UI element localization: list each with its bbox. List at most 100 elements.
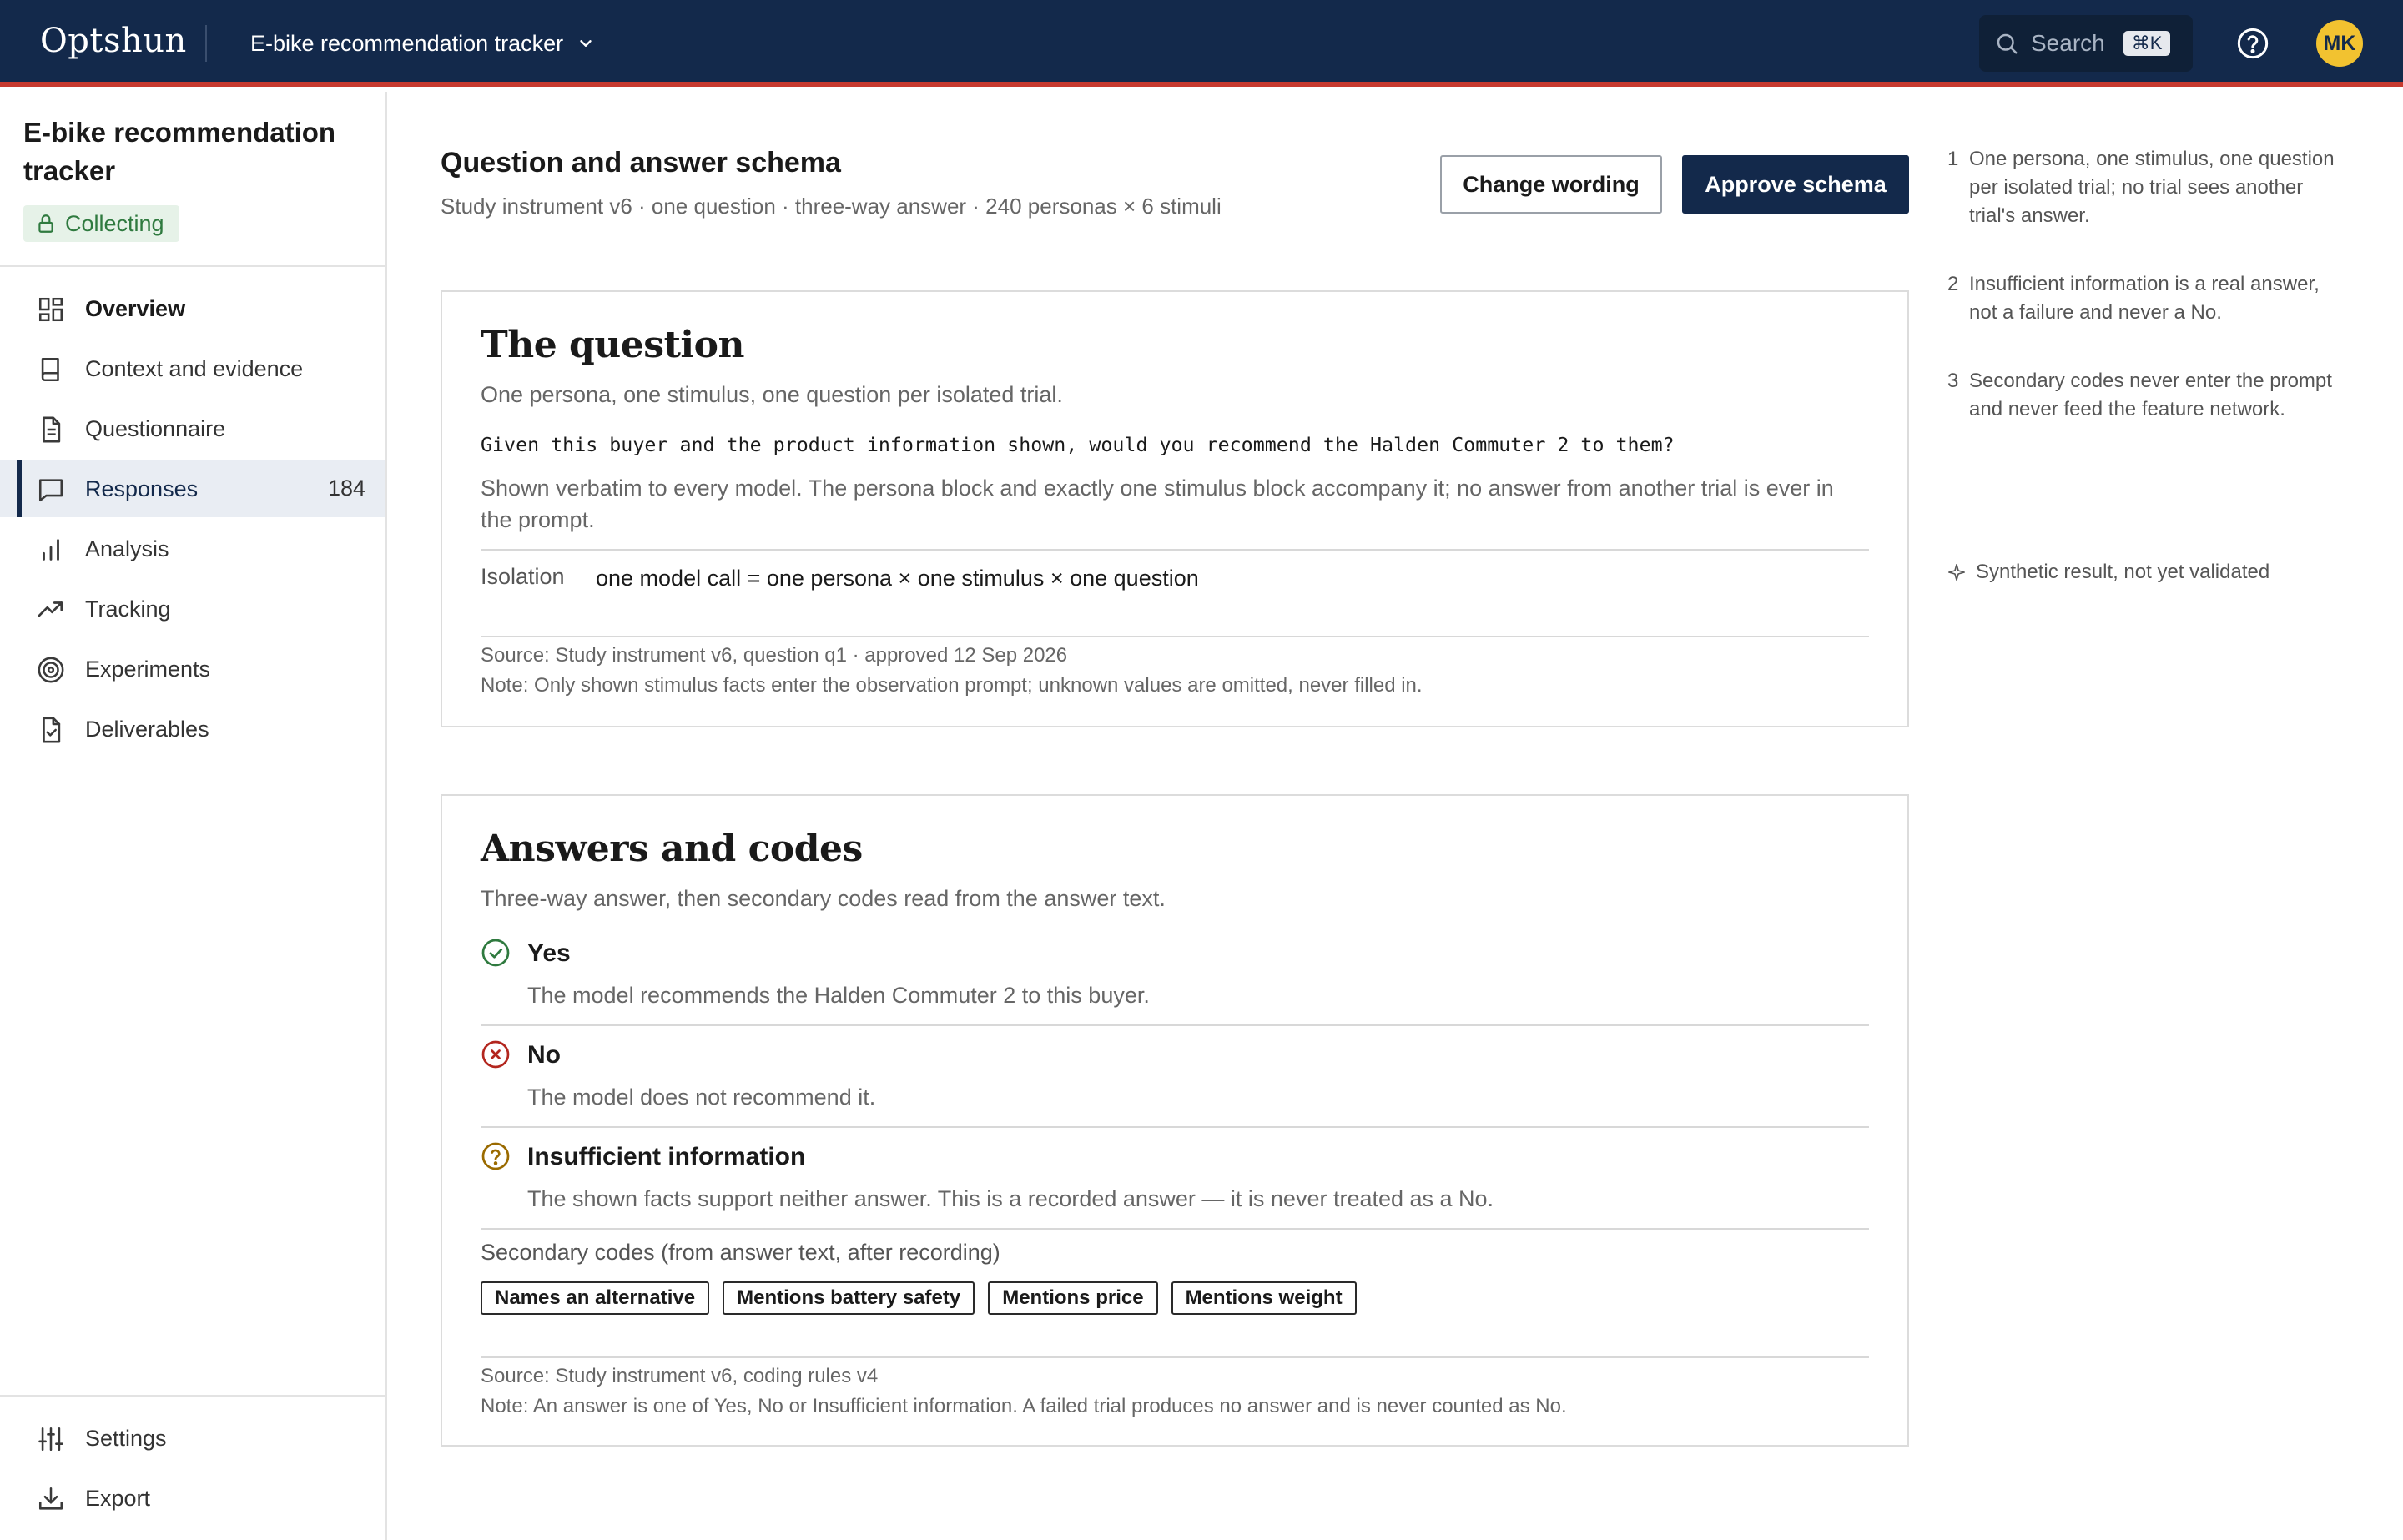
- sidebar-item-deliverables[interactable]: Deliverables: [0, 701, 385, 757]
- topbar-divider: [205, 25, 207, 62]
- sidebar-divider: [0, 265, 385, 267]
- sidebar: E-bike recommendation tracker Collecting…: [0, 92, 387, 1540]
- divider: [481, 1356, 1869, 1358]
- sidebar-item-settings[interactable]: Settings: [0, 1410, 385, 1467]
- secondary-codes-label: Secondary codes (from answer text, after…: [481, 1240, 1000, 1265]
- answer-description: The model recommends the Halden Commuter…: [527, 983, 1150, 1008]
- search-icon: [1997, 33, 2018, 54]
- divider: [481, 1126, 1869, 1128]
- question-note: Note: Only shown stimulus facts enter th…: [481, 674, 1423, 697]
- synthetic-result-label: Synthetic result, not yet validated: [1976, 561, 2270, 583]
- sidebar-item-context[interactable]: Context and evidence: [0, 340, 385, 397]
- sidebar-item-label: Analysis: [85, 536, 169, 561]
- answers-note: Note: An answer is one of Yes, No or Ins…: [481, 1395, 1567, 1417]
- dashboard-icon: [38, 297, 63, 322]
- question-card: The question One persona, one stimulus, …: [441, 290, 1909, 727]
- page-title: Question and answer schema: [441, 147, 841, 179]
- question-text: Given this buyer and the product informa…: [481, 434, 1675, 456]
- responses-count: 184: [327, 476, 365, 501]
- sidebar-item-responses[interactable]: Responses 184: [0, 460, 385, 517]
- divider: [481, 1024, 1869, 1026]
- search-button[interactable]: Search ⌘K: [1979, 15, 2193, 72]
- sidebar-nav: Overview Context and evidence Questionna…: [0, 280, 385, 761]
- lock-icon: [38, 214, 53, 233]
- change-wording-button[interactable]: Change wording: [1440, 155, 1662, 214]
- question-card-heading: The question: [481, 324, 744, 366]
- sidebar-item-label: Deliverables: [85, 716, 209, 742]
- sidebar-item-analysis[interactable]: Analysis: [0, 521, 385, 577]
- project-switcher[interactable]: E-bike recommendation tracker: [250, 28, 595, 58]
- code-chip[interactable]: Names an alternative: [481, 1281, 710, 1315]
- note-text: Secondary codes never enter the prompt a…: [1969, 370, 2332, 420]
- code-chip[interactable]: Mentions weight: [1171, 1281, 1357, 1315]
- note-text: One persona, one stimulus, one question …: [1969, 148, 2335, 227]
- divider: [481, 636, 1869, 637]
- top-bar: Optshun E-bike recommendation tracker Se…: [0, 0, 2403, 87]
- answer-description: The model does not recommend it.: [527, 1085, 876, 1110]
- sidebar-item-label: Experiments: [85, 656, 211, 682]
- sidebar-bottom-nav: Settings Export: [0, 1410, 385, 1530]
- search-label: Search: [2031, 30, 2105, 56]
- chevron-down-icon: [580, 40, 592, 47]
- secondary-codes-list: Names an alternative Mentions battery sa…: [481, 1281, 1357, 1315]
- check-circle-icon: [481, 939, 510, 967]
- project-switcher-label: E-bike recommendation tracker: [250, 30, 564, 56]
- sidebar-item-label: Tracking: [85, 596, 171, 622]
- page-subtitle: Study instrument v6 · one question · thr…: [441, 194, 1222, 219]
- project-title: E-bike recommendation tracker: [23, 117, 336, 186]
- sidebar-item-tracking[interactable]: Tracking: [0, 581, 385, 637]
- note-number: 3: [1947, 370, 1959, 392]
- sidebar-item-label: Context and evidence: [85, 355, 304, 381]
- question-circle-icon: [481, 1142, 510, 1170]
- question-description: Shown verbatim to every model. The perso…: [481, 476, 1834, 532]
- answer-option-insufficient: Insufficient information The shown facts…: [481, 1138, 1869, 1240]
- note-number: 2: [1947, 273, 1959, 295]
- answers-card-lead: Three-way answer, then secondary codes r…: [481, 886, 1166, 911]
- isolation-label: Isolation: [481, 564, 565, 589]
- code-chip[interactable]: Mentions battery safety: [723, 1281, 975, 1315]
- answers-card-heading: Answers and codes: [481, 828, 863, 870]
- target-icon: [38, 657, 64, 683]
- download-icon: [38, 1487, 63, 1510]
- status-badge: Collecting: [23, 205, 179, 242]
- sparkle-icon: [1948, 564, 1965, 581]
- divider: [481, 549, 1869, 551]
- isolation-value: one model call = one persona × one stimu…: [596, 566, 1199, 591]
- answer-label: Insufficient information: [527, 1143, 806, 1170]
- status-label: Collecting: [65, 210, 164, 236]
- answer-option-yes: Yes The model recommends the Halden Comm…: [481, 934, 1869, 1036]
- question-card-lead: One persona, one stimulus, one question …: [481, 382, 1063, 407]
- x-circle-icon: [481, 1040, 510, 1069]
- sidebar-item-label: Responses: [85, 476, 199, 501]
- sidebar-item-export[interactable]: Export: [0, 1470, 385, 1527]
- sidebar-item-questionnaire[interactable]: Questionnaire: [0, 400, 385, 457]
- note-number: 1: [1947, 148, 1959, 170]
- question-source: Source: Study instrument v6, question q1…: [481, 644, 1068, 667]
- search-shortcut-badge: ⌘K: [2123, 31, 2171, 56]
- help-icon[interactable]: [2236, 27, 2270, 60]
- sidebar-item-label: Overview: [85, 295, 186, 321]
- user-avatar[interactable]: MK: [2316, 20, 2363, 67]
- answer-label: Yes: [527, 939, 571, 967]
- book-icon: [41, 357, 59, 382]
- synthetic-result-notice: Synthetic result, not yet validated: [1947, 561, 2270, 584]
- file-check-icon: [43, 717, 61, 743]
- note-text: Insufficient information is a real answe…: [1969, 273, 2320, 324]
- chat-icon: [38, 479, 63, 502]
- sidebar-item-label: Export: [85, 1485, 151, 1511]
- trend-icon: [38, 601, 63, 617]
- code-chip[interactable]: Mentions price: [988, 1281, 1158, 1315]
- brand-logo[interactable]: Optshun: [40, 22, 187, 60]
- answers-source: Source: Study instrument v6, coding rule…: [481, 1365, 879, 1387]
- sidebar-item-overview[interactable]: Overview: [0, 280, 385, 337]
- answers-card: Answers and codes Three-way answer, then…: [441, 794, 1909, 1447]
- sidebar-item-experiments[interactable]: Experiments: [0, 641, 385, 697]
- answer-option-no: No The model does not recommend it.: [481, 1036, 1869, 1138]
- bar-chart-icon: [43, 539, 59, 561]
- approve-schema-button[interactable]: Approve schema: [1682, 155, 1909, 214]
- answer-label: No: [527, 1041, 561, 1069]
- document-icon: [43, 416, 61, 443]
- divider: [481, 1228, 1869, 1230]
- sidebar-divider: [0, 1395, 385, 1397]
- sliders-icon: [38, 1427, 63, 1452]
